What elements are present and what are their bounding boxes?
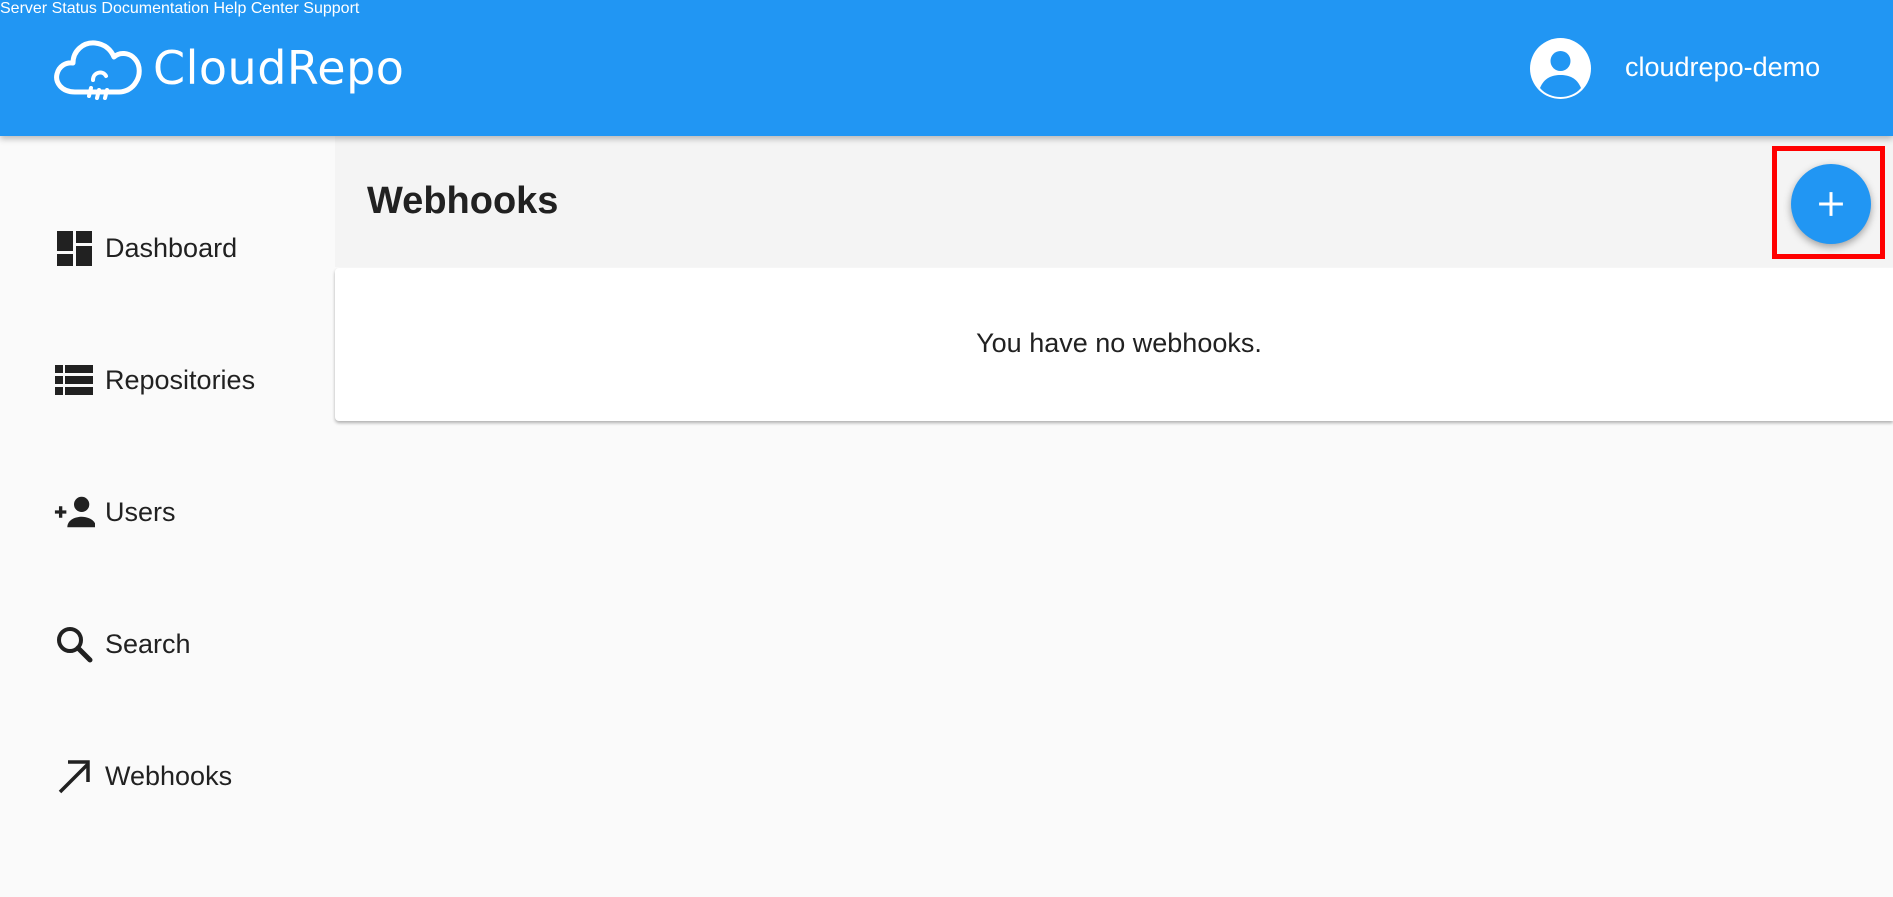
arrow-up-right-icon <box>53 755 95 797</box>
sidebar-item-repositories[interactable]: Repositories <box>53 356 255 404</box>
empty-state-message: You have no webhooks. <box>976 328 1262 358</box>
nav-server-status[interactable]: Server Status <box>0 0 97 17</box>
cloud-logo-icon <box>54 40 142 100</box>
page-title: Webhooks <box>367 180 559 222</box>
sidebar: Dashboard Repositories Users Search Webh… <box>0 136 335 897</box>
person-add-icon <box>53 491 95 533</box>
plus-icon <box>1819 192 1843 216</box>
nav-documentation[interactable]: Documentation <box>101 0 209 17</box>
logo-text: CloudRepo <box>153 41 405 95</box>
account-circle-icon <box>1540 51 1581 97</box>
sidebar-item-webhooks[interactable]: Webhooks <box>53 752 232 800</box>
sidebar-item-search[interactable]: Search <box>53 620 191 668</box>
app-header: CloudRepo Server Status Documentation He… <box>0 0 1893 136</box>
sidebar-item-label: Search <box>105 628 191 659</box>
sidebar-item-users[interactable]: Users <box>53 488 176 536</box>
nav-support[interactable]: Support <box>303 0 359 17</box>
sidebar-item-label: Users <box>105 496 176 527</box>
nav-help-center[interactable]: Help Center <box>213 0 298 17</box>
sidebar-item-dashboard[interactable]: Dashboard <box>53 224 237 272</box>
content-header: Webhooks <box>335 136 1893 267</box>
list-icon <box>53 359 95 401</box>
sidebar-item-label: Dashboard <box>105 232 238 263</box>
sidebar-item-label: Webhooks <box>105 760 233 791</box>
dashboard-icon <box>53 227 95 269</box>
search-icon <box>53 623 95 665</box>
avatar[interactable] <box>1530 38 1591 99</box>
webhooks-card: You have no webhooks. <box>335 268 1893 421</box>
logo[interactable]: CloudRepo <box>53 36 404 100</box>
user-name[interactable]: cloudrepo-demo <box>1625 52 1820 83</box>
add-webhook-button[interactable] <box>1791 164 1871 244</box>
sidebar-item-label: Repositories <box>105 364 256 395</box>
